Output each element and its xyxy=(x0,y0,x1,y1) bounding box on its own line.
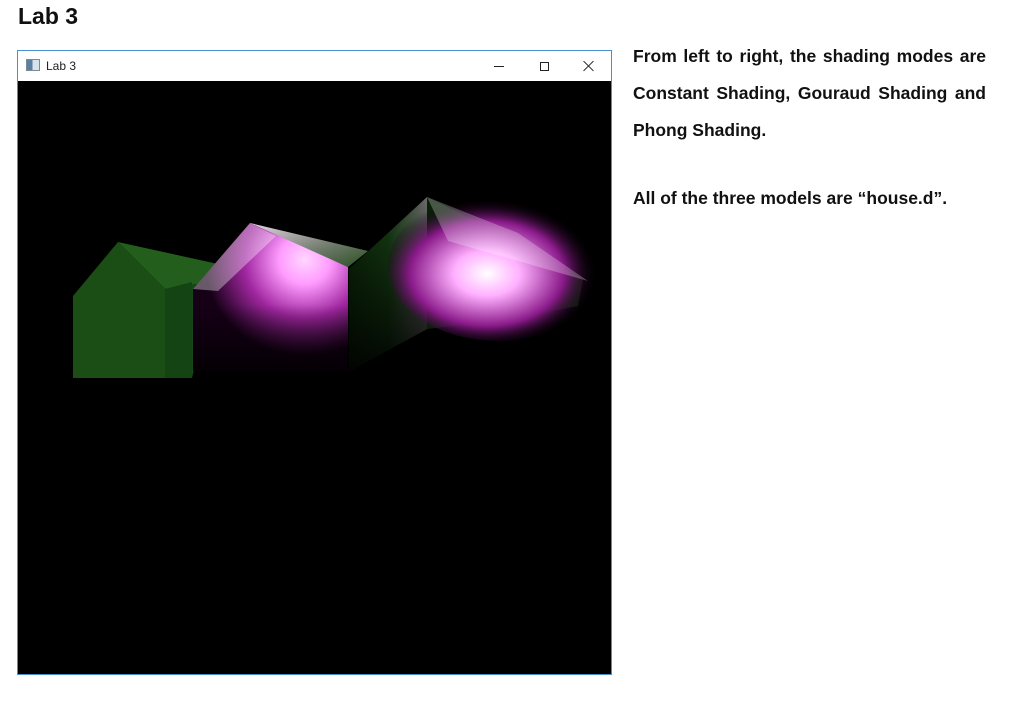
window-title: Lab 3 xyxy=(46,59,77,73)
page-title: Lab 3 xyxy=(18,3,79,29)
minimize-icon xyxy=(494,65,504,67)
house3-specular-highlight xyxy=(388,191,608,341)
maximize-icon xyxy=(539,61,549,71)
models-description: All of the three models are “house.d”. xyxy=(633,188,948,208)
house-gouraud-shading xyxy=(193,223,368,371)
minimize-button[interactable] xyxy=(477,51,521,81)
render-canvas[interactable] xyxy=(18,81,611,674)
shading-modes-description: From left to right, the shading modes ar… xyxy=(633,46,986,140)
house1-gable-side xyxy=(165,282,192,378)
close-button[interactable] xyxy=(567,51,611,81)
close-icon xyxy=(583,60,595,72)
app-window: Lab 3 xyxy=(17,50,612,675)
scene-render xyxy=(73,191,608,378)
window-titlebar[interactable]: Lab 3 xyxy=(18,51,611,81)
maximize-button[interactable] xyxy=(522,51,566,81)
app-icon xyxy=(26,59,40,71)
house-phong-shading xyxy=(349,191,608,371)
